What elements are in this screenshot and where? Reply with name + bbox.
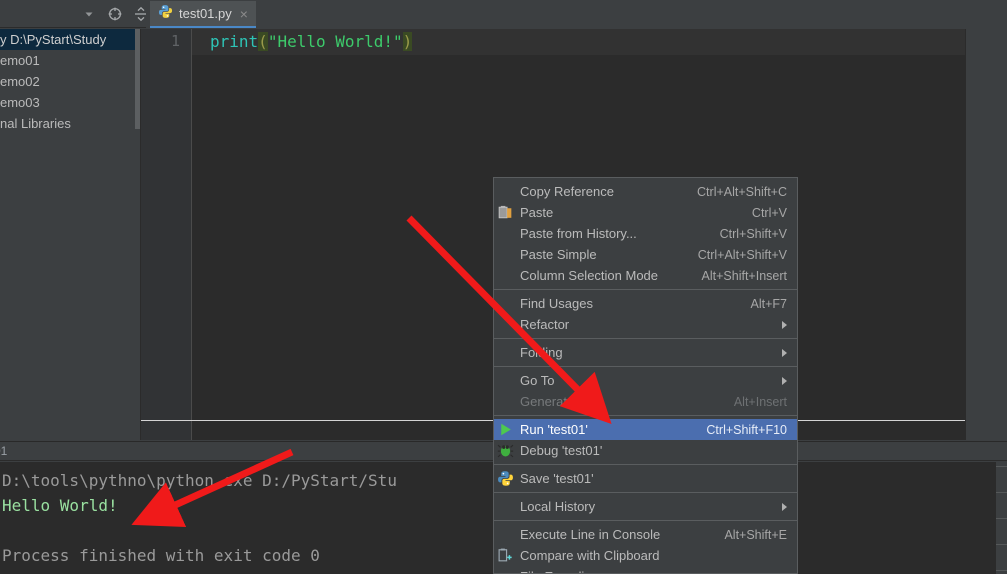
tree-item-label: y D:\PyStart\Study	[0, 32, 107, 47]
menu-item-generate: Generate... Alt+Insert	[494, 391, 797, 412]
menu-item-paste-simple[interactable]: Paste Simple Ctrl+Alt+Shift+V	[494, 244, 797, 265]
menu-item-label: Column Selection Mode	[520, 268, 659, 283]
menu-item-file-encoding[interactable]: File Encoding	[494, 566, 797, 573]
menu-item-paste-from-history[interactable]: Paste from History... Ctrl+Shift+V	[494, 223, 797, 244]
editor-context-menu[interactable]: Copy Reference Ctrl+Alt+Shift+C Paste Ctrl+…	[493, 177, 798, 574]
tree-item[interactable]: emo02	[0, 71, 140, 92]
debug-bug-icon	[497, 442, 514, 459]
tree-item[interactable]: emo03	[0, 92, 140, 113]
menu-item-folding[interactable]: Folding	[494, 342, 797, 363]
menu-item-find-usages[interactable]: Find Usages Alt+F7	[494, 293, 797, 314]
tree-item-label: nal Libraries	[0, 116, 71, 131]
tree-item[interactable]: nal Libraries	[0, 113, 140, 134]
menu-item-local-history[interactable]: Local History	[494, 496, 797, 517]
tree-item-label: emo02	[0, 74, 40, 89]
top-toolbar: test01.py ×	[0, 0, 1007, 28]
tree-item-label: emo03	[0, 95, 40, 110]
menu-item-label: Local History	[520, 499, 596, 514]
tree-item[interactable]: emo01	[0, 50, 140, 71]
menu-item-label: Paste from History...	[520, 226, 637, 241]
menu-item-label: Save 'test01'	[520, 471, 594, 486]
code-token-function: print	[210, 32, 259, 51]
menu-item-save-test01[interactable]: Save 'test01'	[494, 468, 797, 489]
menu-item-shortcut: Ctrl+Shift+F10	[706, 422, 787, 437]
submenu-arrow-icon	[782, 320, 787, 329]
menu-separator	[494, 520, 797, 521]
menu-separator	[494, 366, 797, 367]
menu-item-copy-reference[interactable]: Copy Reference Ctrl+Alt+Shift+C	[494, 181, 797, 202]
menu-item-label: Folding	[520, 345, 563, 360]
menu-item-label: Execute Line in Console	[520, 527, 661, 542]
menu-separator	[494, 492, 797, 493]
python-file-icon	[158, 4, 173, 24]
menu-item-label: Compare with Clipboard	[520, 548, 660, 563]
menu-separator	[494, 415, 797, 416]
console-side-markers	[996, 462, 1007, 574]
menu-separator	[494, 289, 797, 290]
menu-item-shortcut: Alt+F7	[750, 296, 787, 311]
menu-item-label: Generate...	[520, 394, 586, 409]
submenu-arrow-icon	[782, 376, 787, 385]
tree-item[interactable]: y D:\PyStart\Study	[0, 29, 140, 50]
menu-item-shortcut: Ctrl+Shift+V	[719, 226, 787, 241]
menu-item-label: Copy Reference	[520, 184, 614, 199]
menu-item-paste[interactable]: Paste Ctrl+V	[494, 202, 797, 223]
project-tree-panel[interactable]: y D:\PyStart\Study emo01 emo02 emo03 nal Lib…	[0, 29, 140, 440]
menu-item-refactor[interactable]: Refactor	[494, 314, 797, 335]
menu-item-label: Go To	[520, 373, 555, 388]
run-tab-label[interactable]: 01	[0, 444, 7, 458]
submenu-arrow-icon	[782, 348, 787, 357]
menu-item-shortcut: Ctrl+Alt+Shift+V	[697, 247, 787, 262]
dropdown-arrow-icon[interactable]	[80, 6, 97, 23]
menu-item-shortcut: Ctrl+Alt+Shift+C	[697, 184, 787, 199]
menu-item-label: Refactor	[520, 317, 570, 332]
menu-item-label: File Encoding	[520, 569, 599, 573]
run-play-icon	[497, 421, 514, 438]
pycharm-window: test01.py × y D:\PyStart\Study emo01 emo02…	[0, 0, 1007, 574]
close-icon[interactable]: ×	[238, 7, 248, 21]
menu-item-debug-test01[interactable]: Debug 'test01'	[494, 440, 797, 461]
editor-gutter: 1	[141, 29, 192, 440]
menu-item-go-to[interactable]: Go To	[494, 370, 797, 391]
menu-item-label: Paste	[520, 205, 554, 220]
menu-item-label: Debug 'test01'	[520, 443, 603, 458]
menu-item-run-test01[interactable]: Run 'test01' Ctrl+Shift+F10	[494, 419, 797, 440]
paste-clipboard-icon	[497, 204, 514, 221]
menu-item-shortcut: Alt+Shift+E	[724, 527, 787, 542]
tab-label: test01.py	[179, 6, 232, 21]
menu-item-shortcut: Ctrl+V	[751, 205, 787, 220]
menu-item-compare-with-clipboard[interactable]: Compare with Clipboard	[494, 545, 797, 566]
line-number: 1	[170, 32, 180, 50]
menu-item-column-selection-mode[interactable]: Column Selection Mode Alt+Shift+Insert	[494, 265, 797, 286]
tree-item-label: emo01	[0, 53, 40, 68]
tab-test01-py[interactable]: test01.py ×	[150, 1, 256, 28]
menu-item-shortcut: Alt+Insert	[733, 394, 787, 409]
navigate-target-icon[interactable]	[106, 6, 123, 23]
menu-item-label: Run 'test01'	[520, 422, 588, 437]
submenu-arrow-icon	[782, 502, 787, 511]
menu-item-shortcut: Alt+Shift+Insert	[701, 268, 787, 283]
editor-right-gutter	[965, 29, 1007, 440]
menu-separator	[494, 464, 797, 465]
menu-item-execute-line-in-console[interactable]: Execute Line in Console Alt+Shift+E	[494, 524, 797, 545]
menu-item-label: Paste Simple	[520, 247, 597, 262]
editor-tab-strip: test01.py ×	[146, 0, 1007, 28]
python-save-icon	[497, 470, 514, 487]
code-line-1[interactable]: print("Hello World!")	[210, 32, 413, 52]
menu-separator	[494, 338, 797, 339]
compare-clipboard-icon	[497, 547, 514, 564]
code-token-paren-open: (	[258, 32, 268, 51]
code-token-paren-close: )	[402, 32, 413, 51]
project-tree-list: y D:\PyStart\Study emo01 emo02 emo03 nal Lib…	[0, 29, 140, 134]
menu-item-label: Find Usages	[520, 296, 593, 311]
code-token-string: "Hello World!"	[267, 32, 403, 51]
